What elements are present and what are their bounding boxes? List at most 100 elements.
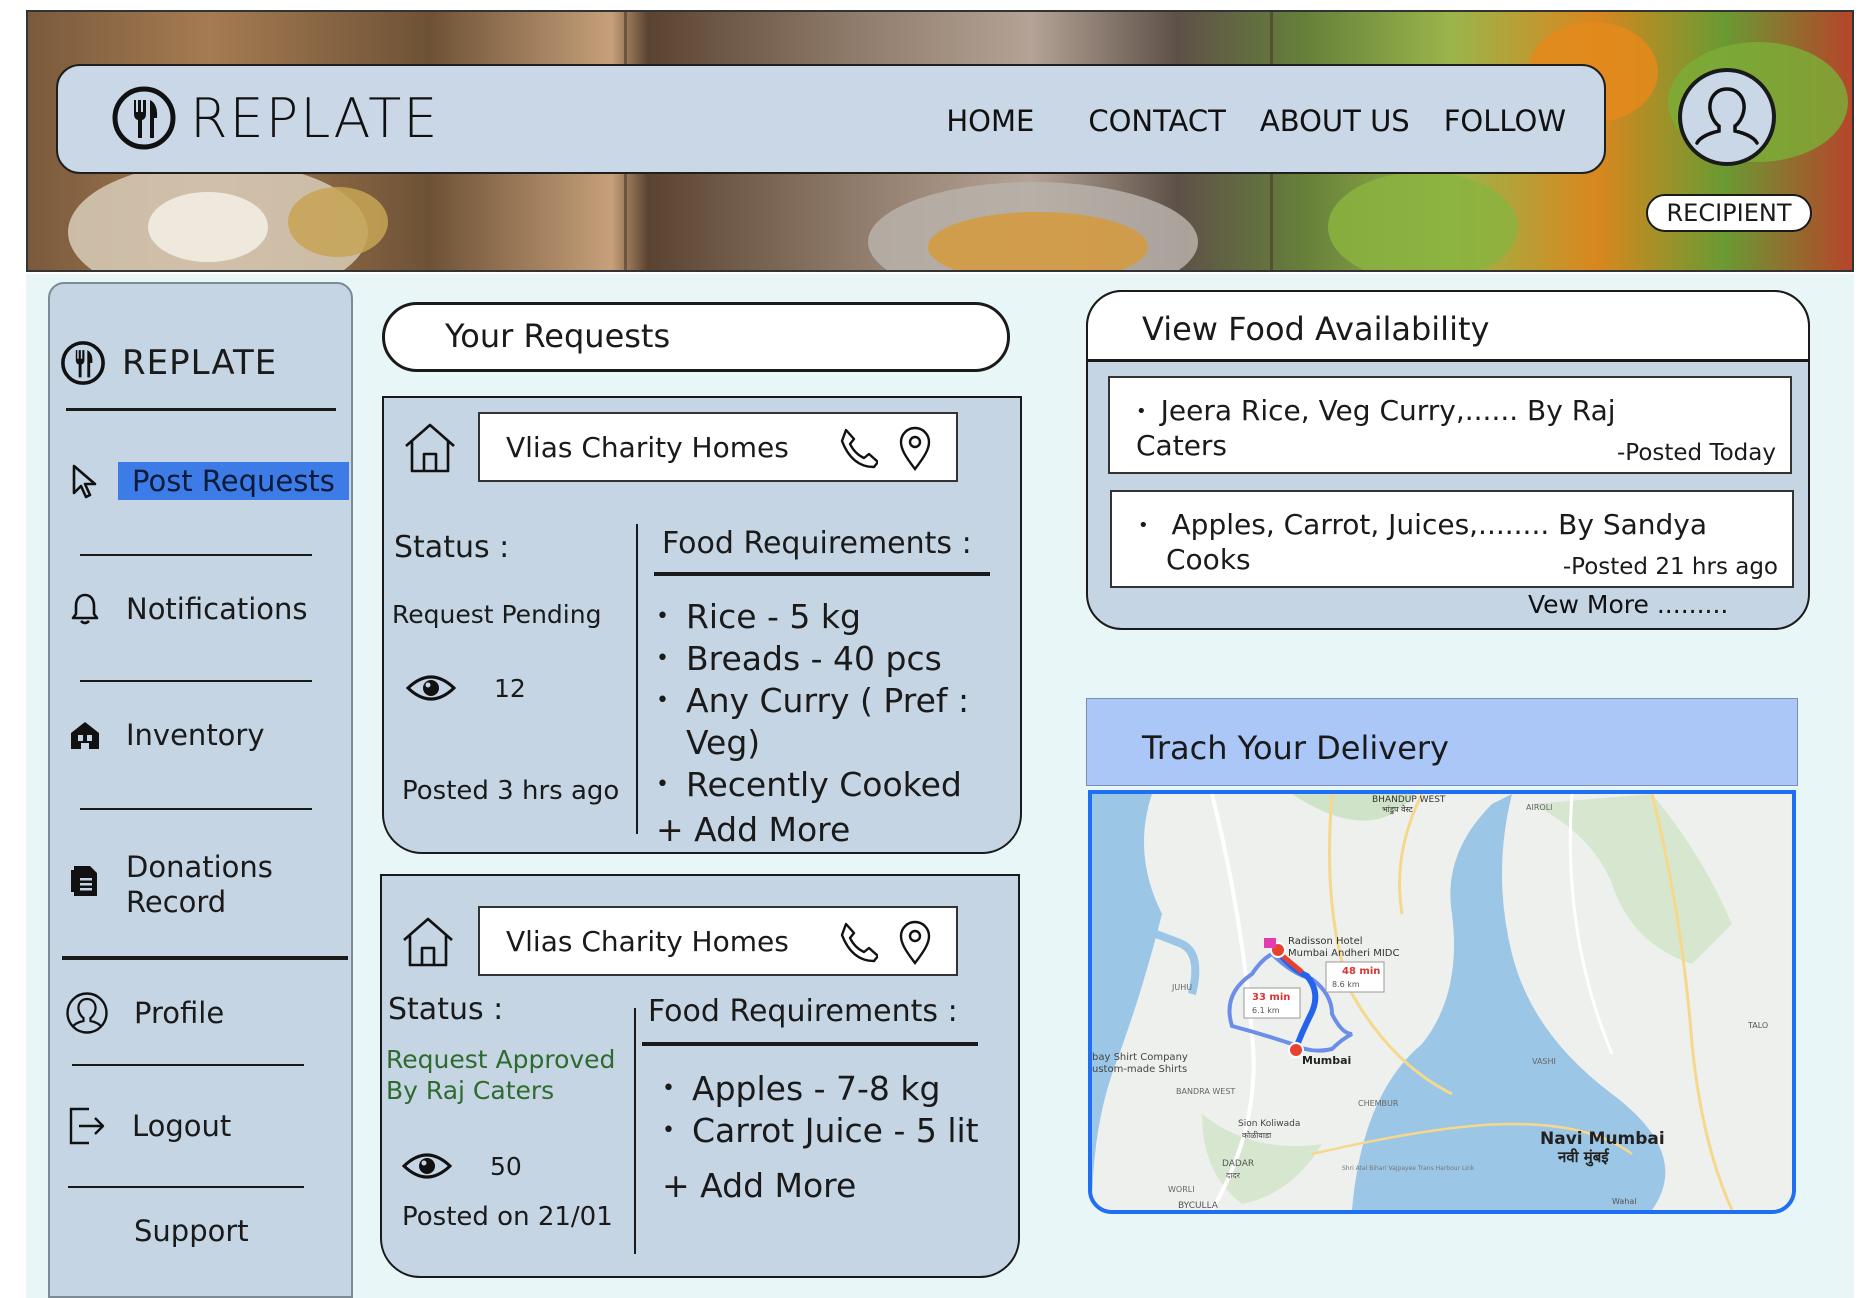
- map-label: JUHU: [1171, 983, 1192, 992]
- sidebar-item-label: Support: [134, 1214, 249, 1248]
- posted-time: Posted 3 hrs ago: [402, 776, 620, 806]
- request-card: Vlias Charity Homes Status : Request App…: [380, 874, 1020, 1278]
- add-more-button[interactable]: + Add More: [656, 810, 850, 849]
- nav-home[interactable]: HOME: [946, 104, 1034, 138]
- map-pin-icon[interactable]: [1288, 1042, 1304, 1058]
- view-count-value: 12: [494, 673, 526, 703]
- track-delivery-title: Trach Your Delivery: [1086, 698, 1798, 786]
- map-label: भांडुप वेस्ट: [1382, 804, 1414, 815]
- sidebar-item-notifications[interactable]: Notifications: [66, 590, 308, 628]
- card-divider: [634, 1008, 636, 1254]
- fork-knife-logo-icon: [61, 341, 105, 385]
- sidebar-divider: [72, 1064, 304, 1066]
- map-label: Mumbai Andheri MIDC: [1288, 948, 1400, 959]
- sidebar-item-logout[interactable]: Logout: [66, 1104, 231, 1148]
- organization-name: Vlias Charity Homes: [506, 430, 789, 464]
- delivery-map[interactable]: 33 min 6.1 km 48 min 8.6 km BHANDUP WEST…: [1088, 790, 1796, 1214]
- route2-time: 48 min: [1342, 966, 1380, 977]
- view-count: 50: [402, 1150, 522, 1182]
- map-canvas[interactable]: 33 min 6.1 km 48 min 8.6 km BHANDUP WEST…: [1092, 794, 1792, 1210]
- food-item: Any Curry ( Pref : Veg): [656, 680, 996, 764]
- map-label: Wahal: [1612, 1197, 1637, 1206]
- home-icon: [403, 917, 453, 967]
- map-label: दादर: [1226, 1171, 1241, 1180]
- map-label: TALO: [1747, 1021, 1768, 1030]
- sidebar-item-inventory[interactable]: Inventory: [66, 716, 265, 754]
- eye-icon: [406, 675, 456, 701]
- view-more-link[interactable]: Vew More .........: [1528, 590, 1728, 619]
- sidebar-divider: [66, 408, 336, 411]
- food-item: Breads - 40 pcs: [656, 638, 996, 680]
- sidebar-item-donations-record[interactable]: Donations Record: [66, 850, 273, 920]
- add-more-button[interactable]: + Add More: [662, 1166, 856, 1205]
- phone-icon[interactable]: [836, 426, 878, 470]
- sidebar-divider: [80, 680, 312, 682]
- map-label: BYCULLA: [1178, 1201, 1219, 1210]
- sidebar-item-label-line2: Record: [126, 885, 227, 919]
- route1-distance: 6.1 km: [1252, 1006, 1280, 1015]
- food-item: Carrot Juice - 5 lit: [662, 1110, 1002, 1152]
- availability-item[interactable]: Apples, Carrot, Juices,........ By Sandy…: [1110, 490, 1794, 588]
- phone-icon[interactable]: [836, 920, 878, 964]
- status-label: Status :: [388, 992, 504, 1027]
- banner-rice-image: [148, 192, 268, 262]
- posted-time: Posted on 21/01: [402, 1202, 613, 1232]
- food-requirements-list: Apples - 7-8 kg Carrot Juice - 5 lit: [662, 1068, 1002, 1152]
- availability-item-posted: -Posted Today: [1616, 440, 1776, 466]
- document-icon: [66, 862, 104, 900]
- map-label: WORLI: [1168, 1185, 1195, 1194]
- request-card: Vlias Charity Homes Status : Request Pen…: [382, 396, 1022, 854]
- status-value-line1: Request Approved: [386, 1045, 616, 1074]
- map-label: Mumbai: [1302, 1054, 1351, 1067]
- map-label: नवी मुंबई: [1557, 1148, 1610, 1167]
- sidebar-item-label: Post Requests: [118, 462, 349, 500]
- availability-item[interactable]: Jeera Rice, Veg Curry,...... By Raj Cate…: [1108, 376, 1792, 474]
- role-badge: RECIPIENT: [1646, 194, 1812, 232]
- location-pin-icon[interactable]: [898, 920, 932, 966]
- location-pin-icon[interactable]: [898, 426, 932, 472]
- your-requests-header: Your Requests: [382, 302, 1010, 372]
- home-icon: [405, 423, 455, 473]
- status-value: Request Approved By Raj Caters: [386, 1044, 615, 1106]
- map-label: VASHI: [1532, 1057, 1556, 1066]
- status-label: Status :: [394, 530, 510, 565]
- map-label: Sion Koliwada: [1238, 1119, 1300, 1129]
- sidebar-item-label: Donations Record: [126, 850, 273, 920]
- food-requirements-divider: [642, 1042, 978, 1046]
- nav-about-us[interactable]: ABOUT US: [1260, 104, 1410, 138]
- map-label: Radisson Hotel: [1288, 936, 1363, 947]
- map-label: bay Shirt Company: [1092, 1052, 1188, 1063]
- status-value: Request Pending: [392, 600, 602, 629]
- map-label: Shri Atal Bihari Vajpayee Trans Harbour …: [1342, 1165, 1475, 1172]
- route1-time: 33 min: [1252, 992, 1290, 1003]
- nav-follow[interactable]: FOLLOW: [1444, 104, 1566, 138]
- organization-actions: [836, 920, 932, 966]
- map-label: BHANDUP WEST: [1372, 795, 1446, 805]
- map-label: Navi Mumbai: [1540, 1129, 1665, 1149]
- map-label: कोळीवाडा: [1242, 1130, 1272, 1140]
- sidebar-divider: [80, 554, 312, 556]
- nav-contact[interactable]: CONTACT: [1088, 104, 1226, 138]
- sidebar-item-support[interactable]: Support: [134, 1214, 249, 1248]
- sidebar-divider: [80, 808, 312, 810]
- user-silhouette-icon: [1695, 87, 1759, 145]
- sidebar-item-label: Notifications: [126, 592, 308, 626]
- sidebar-brand[interactable]: REPLATE: [60, 340, 277, 386]
- store-icon: [66, 716, 104, 754]
- organization-name: Vlias Charity Homes: [506, 924, 789, 958]
- user-avatar[interactable]: [1678, 68, 1776, 166]
- brand-name: REPLATE: [190, 86, 440, 150]
- sidebar-item-post-requests[interactable]: Post Requests: [66, 462, 349, 500]
- sidebar-brand-name: REPLATE: [122, 343, 278, 383]
- status-value-line2: By Raj Caters: [386, 1076, 555, 1105]
- main-nav: HOME CONTACT ABOUT US FOLLOW: [946, 104, 1566, 138]
- sidebar-item-label: Inventory: [126, 718, 265, 752]
- brand[interactable]: REPLATE: [112, 86, 439, 150]
- banner-veg-image: [1328, 172, 1518, 270]
- map-label: CHEMBUR: [1358, 1099, 1399, 1108]
- sidebar-item-profile[interactable]: Profile: [64, 990, 224, 1036]
- availability-item-text-line2: Cooks: [1166, 543, 1251, 576]
- food-requirements-title: Food Requirements :: [648, 994, 958, 1029]
- organization-actions: [836, 426, 932, 472]
- map-label: BANDRA WEST: [1176, 1087, 1235, 1096]
